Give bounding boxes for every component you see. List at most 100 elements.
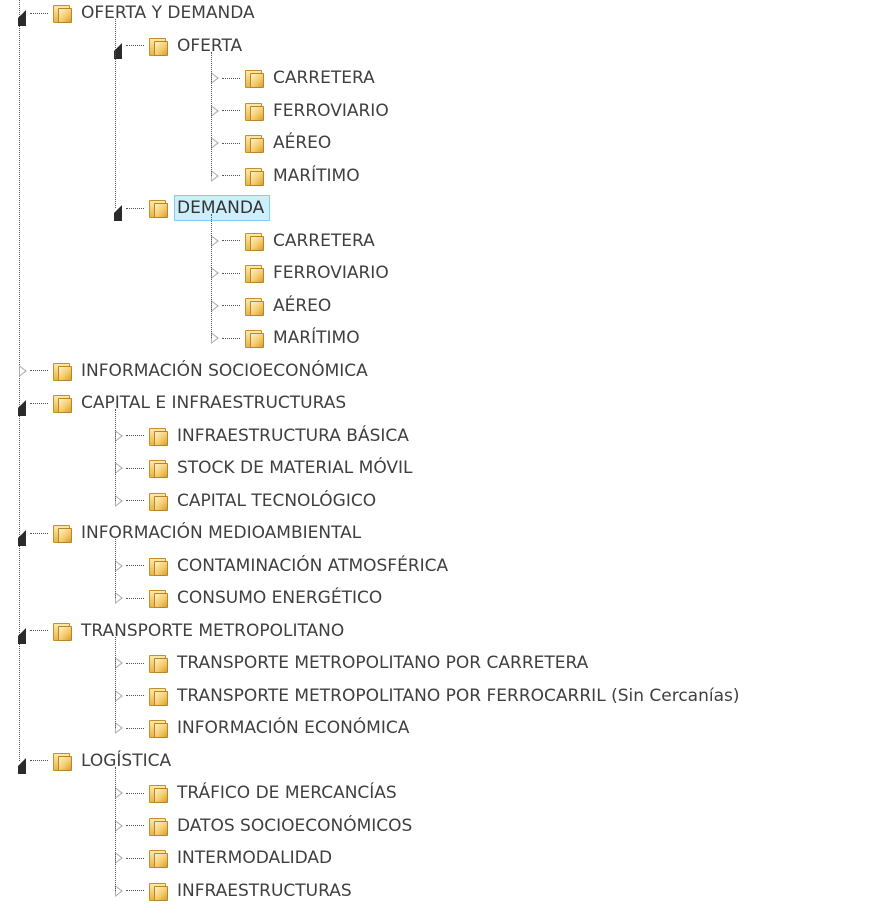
tree-node-label[interactable]: DEMANDA [174, 195, 271, 221]
collapsed-arrow-icon[interactable] [210, 129, 224, 157]
collapsed-arrow-icon[interactable] [114, 649, 128, 677]
tree-node-label[interactable]: DATOS SOCIOECONÓMICOS [174, 813, 418, 839]
tree-node-label[interactable]: LOGÍSTICA [78, 748, 177, 774]
collapsed-arrow-icon[interactable] [114, 714, 128, 742]
collapsed-arrow-icon[interactable] [114, 779, 128, 807]
connector-line [222, 272, 240, 274]
tree-node-transporte-metropolitano-transporte-metropolitano-por-carretera[interactable]: TRANSPORTE METROPOLITANO POR CARRETERA [114, 649, 594, 677]
folder-icon [148, 784, 168, 803]
collapsed-arrow-icon[interactable] [18, 357, 32, 385]
tree-node-label[interactable]: TRÁFICO DE MERCANCÍAS [174, 780, 403, 806]
folder-icon [148, 492, 168, 511]
tree-node-oferta-y-demanda-oferta-maritimo[interactable]: MARÍTIMO [210, 162, 366, 190]
tree-node-transporte-metropolitano-transporte-metropolitano-por-ferrocarril-sin-cercanias[interactable]: TRANSPORTE METROPOLITANO POR FERROCARRIL… [114, 682, 746, 710]
folder-icon [148, 687, 168, 706]
folder-icon [52, 622, 72, 641]
tree-node-label[interactable]: INFORMACIÓN MEDIOAMBIENTAL [78, 520, 367, 546]
tree-node-label[interactable]: AÉREO [270, 293, 337, 319]
expanded-arrow-icon[interactable] [18, 519, 32, 547]
connector-line [222, 337, 240, 339]
tree-node-label[interactable]: CARRETERA [270, 65, 381, 91]
collapsed-arrow-icon[interactable] [114, 877, 128, 905]
collapsed-arrow-icon[interactable] [210, 64, 224, 92]
tree-node-informacion-medioambiental-contaminacion-atmosferica[interactable]: CONTAMINACIÓN ATMOSFÉRICA [114, 552, 454, 580]
tree-node-capital-e-infraestructuras-stock-de-material-movil[interactable]: STOCK DE MATERIAL MÓVIL [114, 454, 419, 482]
collapsed-arrow-icon[interactable] [210, 259, 224, 287]
expanded-arrow-icon[interactable] [18, 389, 32, 417]
collapsed-arrow-icon[interactable] [114, 584, 128, 612]
tree-view: OFERTA Y DEMANDA OFERTA CARRETERA FERROVIAR… [0, 0, 872, 918]
tree-node-transporte-metropolitano-informacion-economica[interactable]: INFORMACIÓN ECONÓMICA [114, 714, 415, 742]
folder-icon [148, 719, 168, 738]
tree-node-label[interactable]: FERROVIARIO [270, 98, 395, 124]
tree-node-logistica-datos-socioeconomicos[interactable]: DATOS SOCIOECONÓMICOS [114, 812, 418, 840]
tree-node-oferta-y-demanda-demanda-aereo[interactable]: AÉREO [210, 292, 337, 320]
tree-node-label[interactable]: CONTAMINACIÓN ATMOSFÉRICA [174, 553, 454, 579]
tree-node-logistica[interactable]: LOGÍSTICA [18, 747, 177, 775]
tree-node-label[interactable]: MARÍTIMO [270, 325, 366, 351]
folder-icon [148, 849, 168, 868]
collapsed-arrow-icon[interactable] [114, 844, 128, 872]
tree-node-label[interactable]: INTERMODALIDAD [174, 845, 338, 871]
expanded-arrow-icon[interactable] [18, 747, 32, 775]
tree-node-label[interactable]: CARRETERA [270, 228, 381, 254]
tree-node-informacion-socioeconomica[interactable]: INFORMACIÓN SOCIOECONÓMICA [18, 357, 374, 385]
connector-line [222, 142, 240, 144]
tree-node-label[interactable]: AÉREO [270, 130, 337, 156]
folder-icon [244, 134, 264, 153]
collapsed-arrow-icon[interactable] [114, 552, 128, 580]
tree-node-oferta-y-demanda-oferta-aereo[interactable]: AÉREO [210, 129, 337, 157]
tree-node-transporte-metropolitano[interactable]: TRANSPORTE METROPOLITANO [18, 617, 350, 645]
expanded-arrow-icon[interactable] [18, 617, 32, 645]
folder-icon [148, 654, 168, 673]
tree-node-oferta-y-demanda-demanda[interactable]: DEMANDA [114, 194, 271, 222]
tree-node-label[interactable]: CAPITAL E INFRAESTRUCTURAS [78, 390, 352, 416]
collapsed-arrow-icon[interactable] [210, 97, 224, 125]
collapsed-arrow-icon[interactable] [114, 682, 128, 710]
expanded-arrow-icon[interactable] [114, 32, 128, 60]
tree-node-label[interactable]: CONSUMO ENERGÉTICO [174, 585, 388, 611]
tree-node-capital-e-infraestructuras-capital-tecnologico[interactable]: CAPITAL TECNOLÓGICO [114, 487, 382, 515]
folder-icon [244, 69, 264, 88]
expanded-arrow-icon[interactable] [114, 194, 128, 222]
collapsed-arrow-icon[interactable] [210, 292, 224, 320]
tree-node-informacion-medioambiental[interactable]: INFORMACIÓN MEDIOAMBIENTAL [18, 519, 367, 547]
tree-node-capital-e-infraestructuras-infraestructura-basica[interactable]: INFRAESTRUCTURA BÁSICA [114, 422, 415, 450]
collapsed-arrow-icon[interactable] [210, 324, 224, 352]
collapsed-arrow-icon[interactable] [210, 162, 224, 190]
tree-node-label[interactable]: INFORMACIÓN ECONÓMICA [174, 715, 415, 741]
connector-line [30, 532, 48, 534]
tree-node-capital-e-infraestructuras[interactable]: CAPITAL E INFRAESTRUCTURAS [18, 389, 352, 417]
tree-node-informacion-medioambiental-consumo-energetico[interactable]: CONSUMO ENERGÉTICO [114, 584, 388, 612]
collapsed-arrow-icon[interactable] [114, 422, 128, 450]
collapsed-arrow-icon[interactable] [114, 487, 128, 515]
tree-node-label[interactable]: MARÍTIMO [270, 163, 366, 189]
tree-node-label[interactable]: TRANSPORTE METROPOLITANO POR FERROCARRIL… [174, 683, 746, 709]
expanded-arrow-icon[interactable] [18, 0, 32, 27]
tree-node-logistica-trafico-de-mercancias[interactable]: TRÁFICO DE MERCANCÍAS [114, 779, 403, 807]
collapsed-arrow-icon[interactable] [210, 227, 224, 255]
tree-node-label[interactable]: INFRAESTRUCTURA BÁSICA [174, 423, 415, 449]
tree-node-oferta-y-demanda-demanda-ferroviario[interactable]: FERROVIARIO [210, 259, 395, 287]
tree-node-label[interactable]: TRANSPORTE METROPOLITANO POR CARRETERA [174, 650, 594, 676]
tree-node-logistica-infraestructuras[interactable]: INFRAESTRUCTURAS [114, 877, 358, 905]
tree-node-label[interactable]: STOCK DE MATERIAL MÓVIL [174, 455, 419, 481]
tree-node-label[interactable]: CAPITAL TECNOLÓGICO [174, 488, 382, 514]
tree-node-label[interactable]: TRANSPORTE METROPOLITANO [78, 618, 350, 644]
collapsed-arrow-icon[interactable] [114, 454, 128, 482]
tree-node-oferta-y-demanda[interactable]: OFERTA Y DEMANDA [18, 0, 261, 27]
collapsed-arrow-icon[interactable] [114, 812, 128, 840]
tree-node-label[interactable]: FERROVIARIO [270, 260, 395, 286]
tree-node-oferta-y-demanda-demanda-maritimo[interactable]: MARÍTIMO [210, 324, 366, 352]
tree-node-label[interactable]: OFERTA Y DEMANDA [78, 0, 261, 26]
connector-line [222, 77, 240, 79]
tree-node-label[interactable]: INFORMACIÓN SOCIOECONÓMICA [78, 358, 374, 384]
tree-node-oferta-y-demanda-demanda-carretera[interactable]: CARRETERA [210, 227, 381, 255]
tree-node-label[interactable]: INFRAESTRUCTURAS [174, 878, 358, 904]
tree-node-oferta-y-demanda-oferta[interactable]: OFERTA [114, 32, 248, 60]
connector-line [126, 597, 144, 599]
tree-node-logistica-intermodalidad[interactable]: INTERMODALIDAD [114, 844, 338, 872]
connector-line [30, 760, 48, 761]
tree-node-oferta-y-demanda-oferta-carretera[interactable]: CARRETERA [210, 64, 381, 92]
tree-node-oferta-y-demanda-oferta-ferroviario[interactable]: FERROVIARIO [210, 97, 395, 125]
